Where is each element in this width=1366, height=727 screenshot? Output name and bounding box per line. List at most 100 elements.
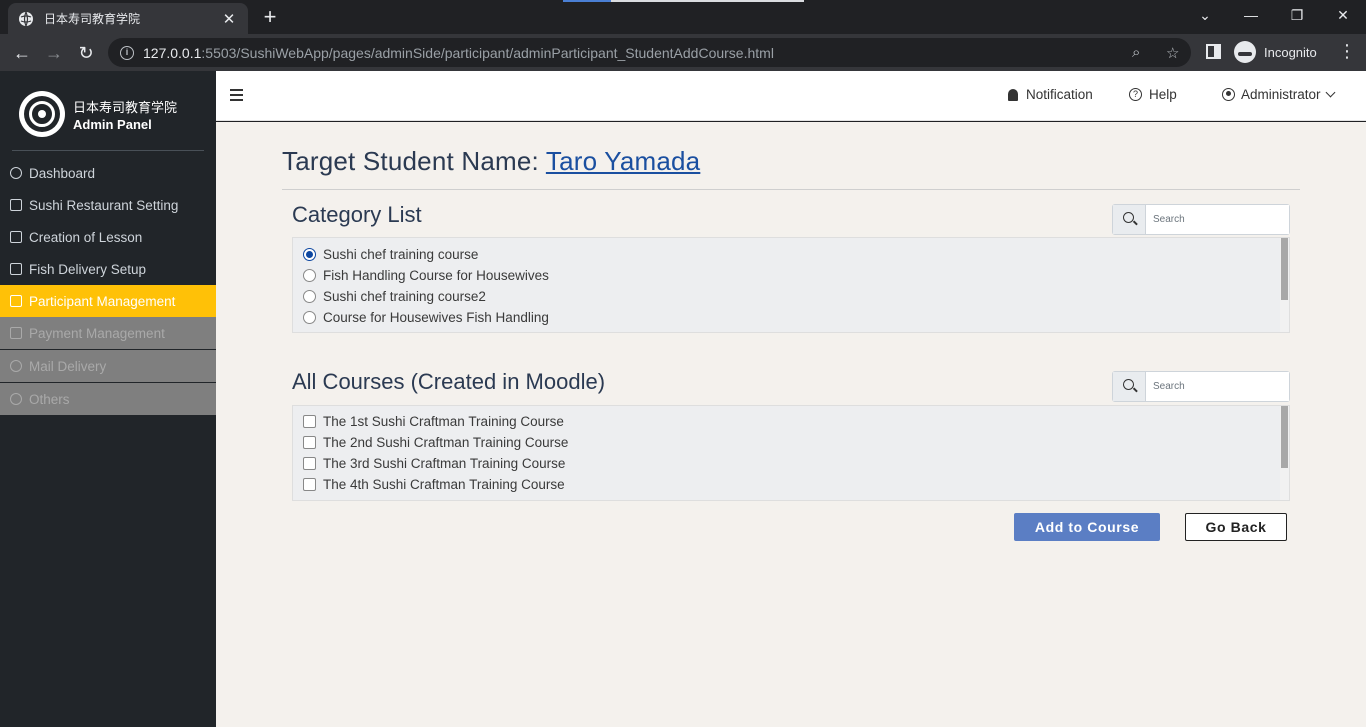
courses-search-input[interactable] xyxy=(1146,372,1289,401)
document-icon xyxy=(10,199,22,211)
sidebar-item-creation-of-lesson[interactable]: Creation of Lesson xyxy=(0,221,216,253)
checkbox[interactable] xyxy=(303,415,316,428)
search-icon xyxy=(1123,212,1134,223)
sidebar-item-label: Payment Management xyxy=(29,325,165,341)
zoom-icon[interactable]: ⌕ xyxy=(1132,44,1140,61)
forward-arrow-icon[interactable]: → xyxy=(42,41,66,65)
sidebar-item-restaurant-setting[interactable]: Sushi Restaurant Setting xyxy=(0,189,216,221)
sidebar-item-payment-management[interactable]: Payment Management xyxy=(0,317,216,350)
brand[interactable]: 日本寿司教育学院 Admin Panel xyxy=(19,91,177,137)
browser-tabbar: 日本寿司教育学院 ✕ + ⌄ — ❐ ✕ xyxy=(0,0,1366,34)
courses-scrollbar[interactable] xyxy=(1280,406,1289,500)
help-link[interactable]: ? Help xyxy=(1129,87,1177,102)
radio-button[interactable] xyxy=(303,269,316,282)
course-option-label: The 1st Sushi Craftman Training Course xyxy=(323,414,564,429)
category-list-title: Category List xyxy=(292,202,422,227)
more-menu-icon[interactable]: ⋮ xyxy=(1338,41,1356,62)
document-icon xyxy=(10,231,22,243)
user-menu[interactable]: Administrator xyxy=(1222,87,1335,102)
new-tab-button[interactable]: + xyxy=(258,5,282,29)
sidebar-item-label: Participant Management xyxy=(29,293,176,309)
tab-strip-indicator xyxy=(563,0,611,2)
scrollbar-thumb[interactable] xyxy=(1281,406,1288,468)
sidebar-menu: Dashboard Sushi Restaurant Setting Creat… xyxy=(0,157,216,416)
incognito-indicator[interactable]: Incognito xyxy=(1234,39,1317,65)
sidebar-item-dashboard[interactable]: Dashboard xyxy=(0,157,216,189)
sidebar-divider xyxy=(12,150,204,151)
course-option[interactable]: The 1st Sushi Craftman Training Course xyxy=(293,411,1289,432)
bell-icon xyxy=(1008,88,1018,101)
radio-button[interactable] xyxy=(303,311,316,324)
page-title-prefix: Target Student Name: xyxy=(282,146,546,176)
radio-button[interactable] xyxy=(303,290,316,303)
category-listbox: Sushi chef training course Fish Handling… xyxy=(292,237,1290,333)
sidebar-item-label: Dashboard xyxy=(29,165,96,181)
go-back-button[interactable]: Go Back xyxy=(1185,513,1287,541)
document-icon xyxy=(10,263,22,275)
courses-search xyxy=(1112,371,1290,402)
brand-subtitle: Admin Panel xyxy=(73,116,152,132)
restore-button[interactable]: ❐ xyxy=(1274,0,1320,30)
category-scrollbar[interactable] xyxy=(1280,238,1289,332)
sidebar-item-label: Mail Delivery xyxy=(29,358,107,374)
category-option[interactable]: Sushi chef training course xyxy=(293,244,1289,265)
hamburger-icon[interactable] xyxy=(230,89,243,101)
chevron-down-icon[interactable]: ⌄ xyxy=(1182,0,1228,30)
sidebar-item-others[interactable]: Others xyxy=(0,383,216,416)
category-search xyxy=(1112,204,1290,235)
notification-link[interactable]: Notification xyxy=(1008,87,1093,102)
course-option[interactable]: The 2nd Sushi Craftman Training Course xyxy=(293,432,1289,453)
users-icon xyxy=(10,167,22,179)
sidebar-item-label: Creation of Lesson xyxy=(29,229,143,245)
sidebar-item-label: Sushi Restaurant Setting xyxy=(29,197,179,213)
category-option[interactable]: Sushi chef training course2 xyxy=(293,286,1289,307)
browser-toolbar: ← → ↻ i 127.0.0.1:5503/SushiWebApp/pages… xyxy=(0,34,1366,71)
chevron-down-icon xyxy=(1325,87,1335,98)
back-arrow-icon[interactable]: ← xyxy=(10,41,34,65)
info-icon[interactable]: i xyxy=(120,45,134,60)
sidebar-item-participant-management[interactable]: Participant Management xyxy=(0,285,216,317)
sidebar-item-label: Fish Delivery Setup xyxy=(29,261,147,277)
window-close-button[interactable]: ✕ xyxy=(1320,0,1366,30)
globe-icon xyxy=(19,11,33,26)
page-title: Target Student Name: Taro Yamada xyxy=(282,146,700,177)
category-option[interactable]: Course for Housewives Fish Handling xyxy=(293,307,1289,328)
title-divider xyxy=(282,189,1300,190)
checkbox[interactable] xyxy=(303,478,316,491)
course-option-label: The 4th Sushi Craftman Training Course xyxy=(323,477,565,492)
sidebar-item-label: Others xyxy=(29,391,70,407)
url-path: :5503/SushiWebApp/pages/adminSide/partic… xyxy=(201,44,774,61)
star-icon[interactable]: ☆ xyxy=(1166,44,1179,62)
browser-tab[interactable]: 日本寿司教育学院 ✕ xyxy=(8,3,248,34)
minimize-button[interactable]: — xyxy=(1228,0,1274,30)
radio-button[interactable] xyxy=(303,248,316,261)
side-panel-icon[interactable] xyxy=(1206,44,1221,59)
scrollbar-thumb[interactable] xyxy=(1281,238,1288,300)
sidebar-item-fish-delivery[interactable]: Fish Delivery Setup xyxy=(0,253,216,285)
category-search-input[interactable] xyxy=(1146,205,1289,234)
app-header: Notification ? Help Administrator xyxy=(216,71,1366,121)
add-to-course-button[interactable]: Add to Course xyxy=(1014,513,1160,541)
category-option[interactable]: Fish Handling Course for Housewives xyxy=(293,265,1289,286)
search-button[interactable] xyxy=(1113,372,1146,401)
sidebar: 日本寿司教育学院 Admin Panel Dashboard Sushi Res… xyxy=(0,71,216,727)
sidebar-item-mail-delivery[interactable]: Mail Delivery xyxy=(0,350,216,383)
courses-listbox: The 1st Sushi Craftman Training Course T… xyxy=(292,405,1290,501)
category-option-label: Course for Housewives Fish Handling xyxy=(323,310,549,325)
notification-label: Notification xyxy=(1026,87,1093,102)
checkbox[interactable] xyxy=(303,436,316,449)
course-option-label: The 2nd Sushi Craftman Training Course xyxy=(323,435,569,450)
student-name-link[interactable]: Taro Yamada xyxy=(546,146,700,176)
category-option-label: Fish Handling Course for Housewives xyxy=(323,268,549,283)
user-icon xyxy=(1222,88,1235,101)
tab-strip-indicator-2 xyxy=(611,0,804,2)
reload-icon[interactable]: ↻ xyxy=(74,41,98,65)
course-option[interactable]: The 3rd Sushi Craftman Training Course xyxy=(293,453,1289,474)
checkbox[interactable] xyxy=(303,457,316,470)
close-tab-icon[interactable]: ✕ xyxy=(220,10,238,28)
main-content: Target Student Name: Taro Yamada Categor… xyxy=(216,122,1366,727)
address-bar[interactable]: i 127.0.0.1:5503/SushiWebApp/pages/admin… xyxy=(108,38,1191,67)
course-option[interactable]: The 4th Sushi Craftman Training Course xyxy=(293,474,1289,495)
search-button[interactable] xyxy=(1113,205,1146,234)
url-host: 127.0.0.1 xyxy=(143,44,202,61)
